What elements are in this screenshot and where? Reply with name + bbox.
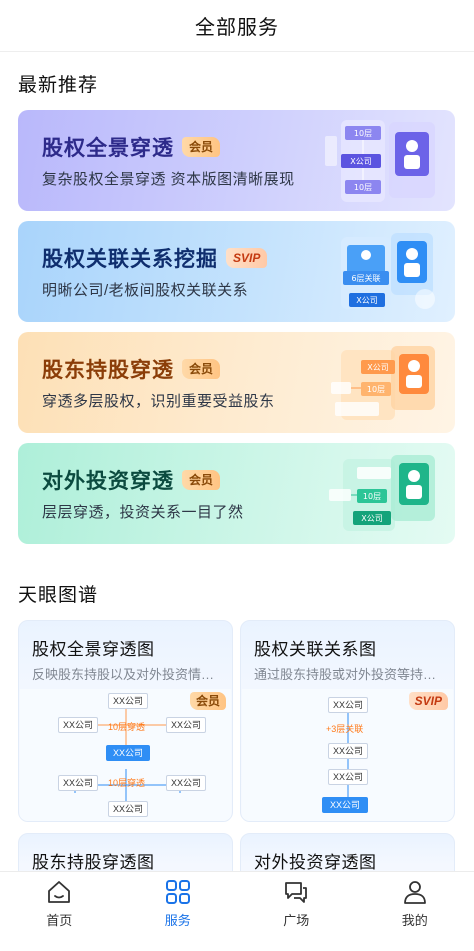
svg-text:X公司: X公司 [356, 296, 377, 305]
svg-text:X公司: X公司 [361, 514, 382, 523]
graph-card-equity-panorama[interactable]: 股权全景穿透图 反映股东持股以及对外投资情… 会员 XX公司 XX公司 10层穿… [18, 620, 233, 822]
diagram-node: XX公司 [58, 717, 99, 733]
svg-text:10层: 10层 [354, 129, 372, 138]
banner-title: 对外投资穿透 [42, 470, 174, 493]
graph-card-title: 对外投资穿透图 [254, 853, 377, 872]
tab-label: 服务 [164, 913, 191, 928]
grid-icon [165, 880, 190, 904]
banner-subtitle: 明晰公司/老板间股权关联关系 [42, 282, 249, 299]
user-icon [403, 881, 426, 904]
bottom-tab-bar: 首页 服务 广场 我的 [0, 871, 474, 951]
diagram-node: XX公司 [166, 717, 207, 733]
banner-equity-panorama[interactable]: 股权全景穿透 会员 复杂股权全景穿透 资本版图清晰展现 10层 X公司 10层 [18, 110, 455, 211]
member-badge: 会员 [182, 359, 221, 379]
graph-card-equity-association[interactable]: 股权关联关系图 通过股东持股或对外投资等持… SVIP XX公司 +3层关联 X… [240, 620, 455, 822]
page-title: 全部服务 [195, 17, 279, 39]
svg-text:6层关联: 6层关联 [351, 273, 380, 283]
graph-card-title: 股权全景穿透图 [32, 640, 155, 659]
tab-label: 首页 [46, 913, 73, 928]
banner-title: 股权关联关系挖掘 [42, 248, 218, 271]
diagram-node: XX公司 [328, 769, 369, 785]
banner-title: 股权全景穿透 [42, 137, 174, 160]
tab-label: 广场 [283, 913, 310, 928]
chat-icon [285, 882, 308, 903]
svg-text:X公司: X公司 [367, 363, 388, 372]
svg-text:X公司: X公司 [350, 157, 371, 166]
section-title-recommend: 最新推荐 [18, 75, 99, 96]
shareholder-illustration: X公司 10层 [331, 346, 435, 420]
tab-label: 我的 [401, 913, 428, 928]
member-badge: 会员 [189, 692, 226, 710]
diagram-node: XX公司 [108, 801, 149, 817]
association-illustration: 6层关联 X公司 [341, 233, 435, 309]
home-icon [48, 881, 71, 903]
investment-illustration: 10层 X公司 [329, 455, 435, 531]
diagram-node: XX公司 [328, 697, 369, 713]
svg-text:10层: 10层 [354, 183, 372, 192]
diagram-node: XX公司 [328, 743, 369, 759]
banner-investment-penetration[interactable]: 对外投资穿透 会员 层层穿透，投资关系一目了然 10层 X公司 [18, 443, 455, 544]
member-badge: 会员 [182, 137, 221, 157]
diagram-node: XX公司 [108, 693, 149, 709]
diagram-node-center: XX公司 [322, 797, 368, 813]
tab-mine[interactable]: 我的 [356, 872, 474, 951]
equity-structure-illustration: 10层 X公司 10层 [325, 120, 435, 202]
section-title-graphs: 天眼图谱 [18, 585, 99, 606]
page-header: 全部服务 [0, 0, 474, 52]
banner-subtitle: 穿透多层股权，识别重要受益股东 [42, 393, 275, 410]
banner-subtitle: 复杂股权全景穿透 资本版图清晰展现 [42, 171, 295, 188]
tab-square[interactable]: 广场 [237, 872, 356, 951]
svip-badge: SVIP [226, 248, 268, 268]
diagram-node: XX公司 [166, 775, 207, 791]
banner-subtitle: 层层穿透，投资关系一目了然 [42, 504, 244, 521]
svg-text:10层: 10层 [367, 385, 385, 394]
graph-card-title: 股东持股穿透图 [32, 853, 155, 872]
all-services-page: 全部服务 最新推荐 股权全景穿透 会员 复杂股权全景穿透 资本版图清晰展现 10… [0, 0, 474, 951]
graph-card-title: 股权关联关系图 [254, 640, 377, 659]
svg-text:10层: 10层 [363, 492, 381, 501]
banner-title: 股东持股穿透 [42, 359, 174, 382]
diagram-label: 10层穿透 [108, 722, 146, 732]
diagram-label: +3层关联 [326, 724, 364, 734]
graph-card-desc: 通过股东持股或对外投资等持… [254, 667, 437, 682]
diagram-label: 10层穿透 [108, 778, 146, 788]
svip-badge: SVIP [408, 692, 448, 710]
tab-services[interactable]: 服务 [119, 872, 238, 951]
graph-card-desc: 反映股东持股以及对外投资情… [32, 667, 215, 682]
diagram-node-center: XX公司 [106, 745, 150, 761]
member-badge: 会员 [182, 470, 221, 490]
banner-equity-association[interactable]: 股权关联关系挖掘 SVIP 明晰公司/老板间股权关联关系 6层关联 X公司 [18, 221, 455, 322]
banner-shareholder-penetration[interactable]: 股东持股穿透 会员 穿透多层股权，识别重要受益股东 X公司 10层 [18, 332, 455, 433]
diagram-node: XX公司 [58, 775, 99, 791]
tab-home[interactable]: 首页 [0, 872, 119, 951]
